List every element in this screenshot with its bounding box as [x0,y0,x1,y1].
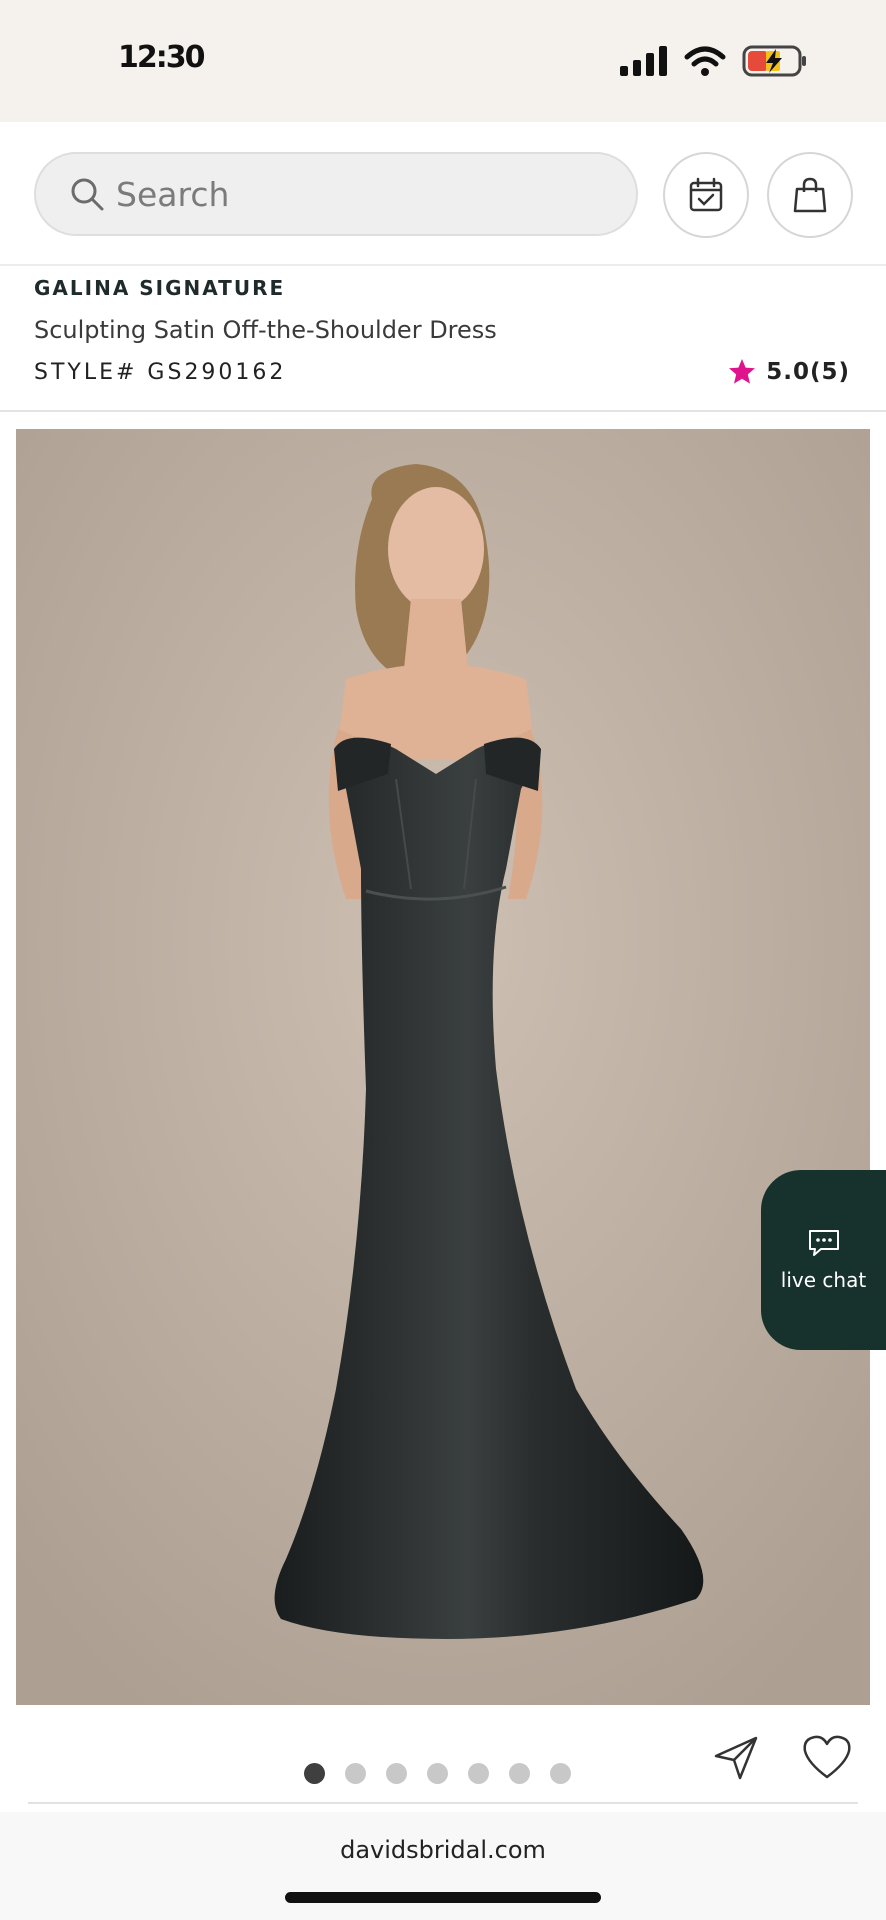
product-info: GALINA SIGNATURE Sculpting Satin Off-the… [0,268,886,412]
product-name: Sculpting Satin Off-the-Shoulder Dress [34,316,497,344]
gallery-dot[interactable] [386,1763,407,1784]
shopping-bag-button[interactable] [767,152,853,238]
status-time: 12:30 [118,40,205,75]
gallery-dot[interactable] [304,1763,325,1784]
divider [28,1802,858,1804]
share-button[interactable] [712,1734,760,1786]
search-input[interactable]: Search [34,152,638,236]
product-rating[interactable]: 5.0(5) [728,358,850,385]
divider [0,410,886,412]
home-indicator[interactable] [285,1892,601,1903]
gallery-dot[interactable] [427,1763,448,1784]
gallery-pagination [304,1763,571,1784]
wifi-icon [684,46,726,76]
browser-url-bar[interactable]: davidsbridal.com [0,1812,886,1920]
product-image[interactable] [16,429,870,1705]
star-icon [729,359,756,384]
gallery-dot[interactable] [345,1763,366,1784]
gallery-dot[interactable] [550,1763,571,1784]
style-number: STYLE# GS290162 [34,360,287,385]
chat-bubble-icon [808,1230,839,1256]
search-placeholder: Search [116,174,230,214]
heart-icon [803,1735,851,1779]
product-brand[interactable]: GALINA SIGNATURE [34,276,285,300]
shopping-bag-icon [793,177,827,213]
signal-icon [620,46,667,76]
battery-charging-icon [742,45,806,77]
search-icon [71,178,104,211]
share-icon [714,1736,758,1780]
appointment-button[interactable] [663,152,749,238]
live-chat-button[interactable]: live chat [761,1170,886,1350]
header: Search [0,122,886,266]
gallery-dot[interactable] [509,1763,530,1784]
favorite-button[interactable] [802,1734,852,1784]
url-text: davidsbridal.com [340,1836,546,1864]
status-icons [620,44,808,78]
status-bar: 12:30 [0,0,886,122]
calendar-icon [689,177,723,212]
rating-value: 5.0(5) [766,358,850,385]
gallery-dot[interactable] [468,1763,489,1784]
live-chat-label: live chat [780,1268,867,1292]
model-in-dress-photo [16,429,870,1705]
